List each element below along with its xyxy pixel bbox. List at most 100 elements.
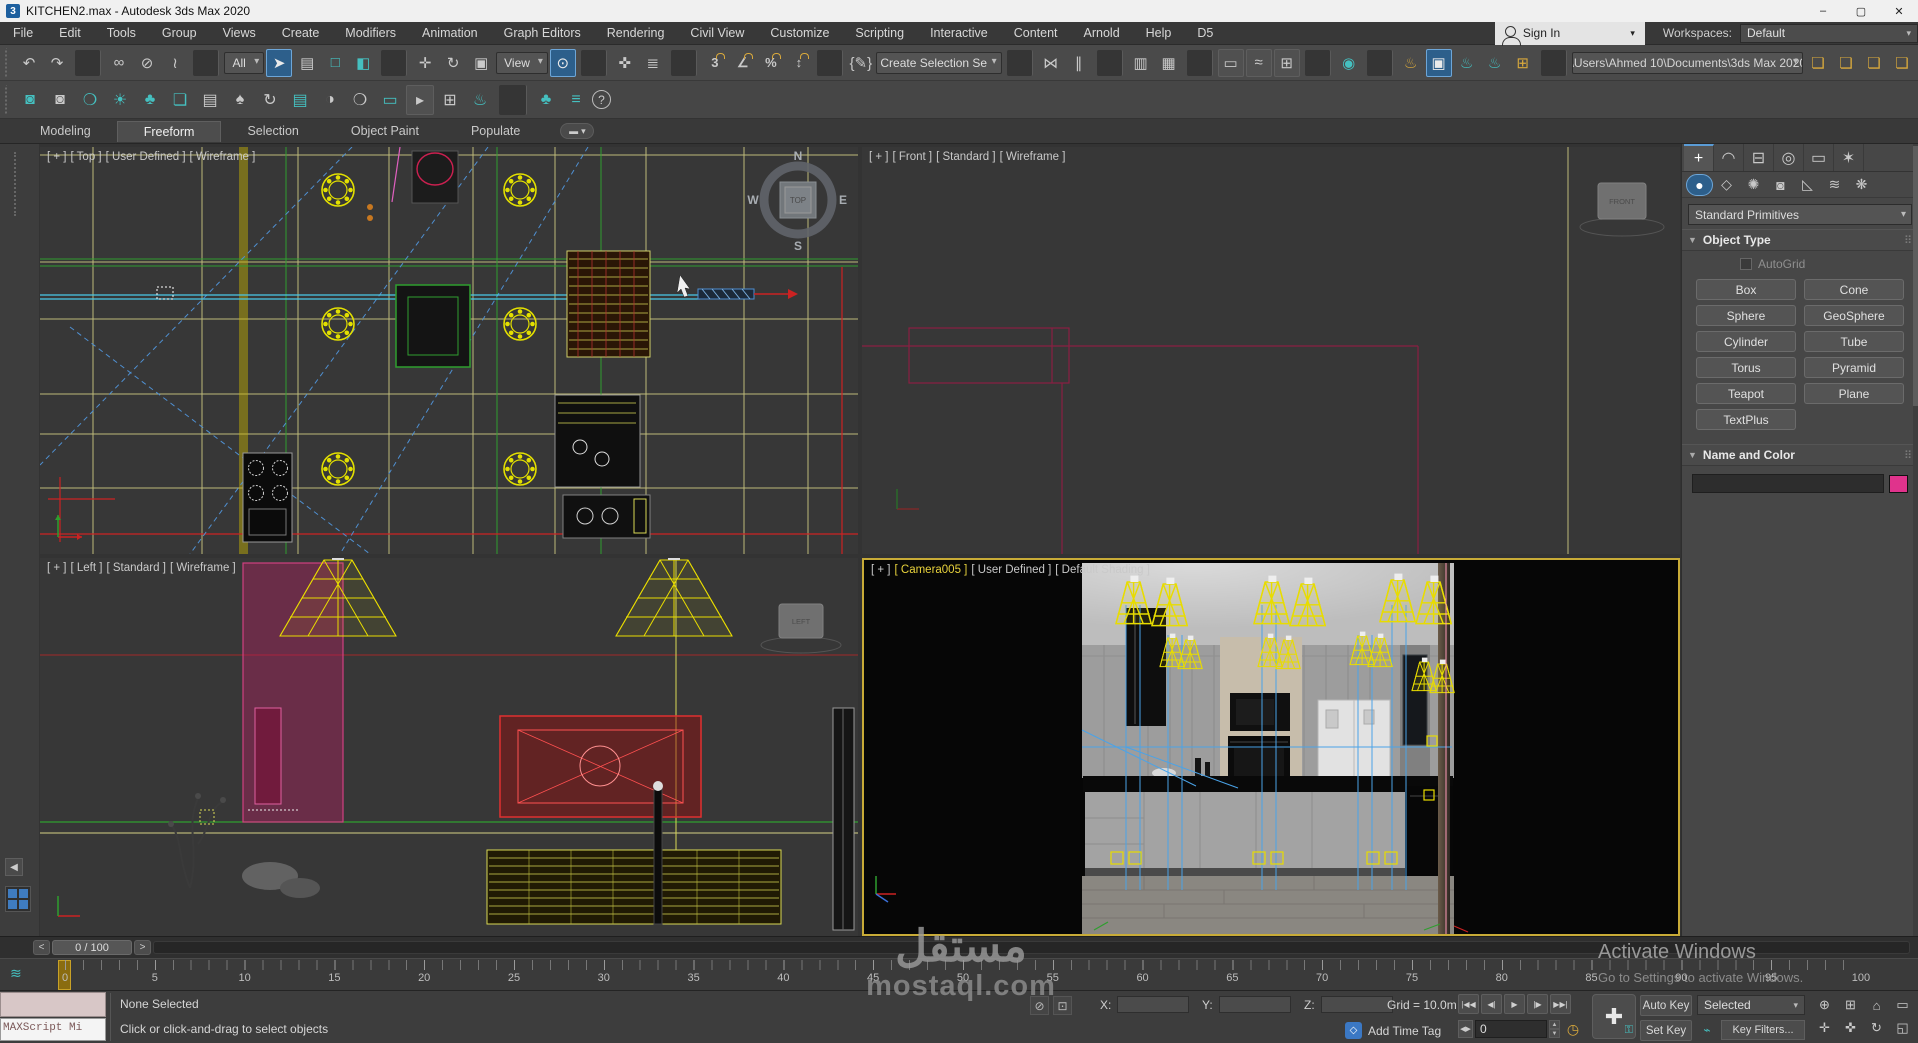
- time-configuration-icon[interactable]: ◷: [1562, 1019, 1584, 1039]
- menu-item[interactable]: Interactive: [917, 22, 1001, 44]
- rectangular-selection-region-icon[interactable]: □: [322, 49, 348, 77]
- object-type-button[interactable]: Tube: [1804, 331, 1904, 352]
- select-by-name-icon[interactable]: ▤: [294, 49, 320, 77]
- light-lister-icon[interactable]: ❍: [346, 85, 374, 115]
- menu-item[interactable]: File: [0, 22, 46, 44]
- object-type-button[interactable]: Pyramid: [1804, 357, 1904, 378]
- category-space-warps-icon[interactable]: ≋: [1821, 174, 1848, 196]
- toggle-ribbon-icon[interactable]: ▭: [1218, 49, 1244, 77]
- previous-frame-slider-button[interactable]: <: [33, 940, 50, 955]
- ribbon-tab[interactable]: Freeform: [117, 121, 222, 142]
- teapot-render-icon[interactable]: ♨: [466, 85, 494, 115]
- use-pivot-point-center-icon[interactable]: ⊙: [550, 49, 576, 77]
- select-object-icon[interactable]: ➤: [266, 49, 292, 77]
- menu-item[interactable]: Customize: [757, 22, 842, 44]
- field-of-view-button[interactable]: ▭: [1890, 994, 1915, 1016]
- separator[interactable]: [1007, 50, 1033, 76]
- previous-frame-button[interactable]: ◀|: [1481, 994, 1502, 1014]
- category-geometry-icon[interactable]: ●: [1686, 174, 1713, 196]
- category-shapes-icon[interactable]: ◇: [1713, 174, 1740, 196]
- menu-item[interactable]: Group: [149, 22, 210, 44]
- set-keys-button[interactable]: ✚: [1592, 994, 1636, 1039]
- key-mode-dropdown[interactable]: Selected: [1697, 995, 1805, 1015]
- render-iterative-icon[interactable]: ♨: [1482, 49, 1508, 77]
- primitive-category-dropdown[interactable]: Standard Primitives: [1688, 204, 1912, 225]
- dock-handle[interactable]: [14, 152, 18, 216]
- ribbon-tab[interactable]: Modeling: [14, 121, 117, 142]
- viewport-pov-label[interactable]: [ Top ]: [71, 151, 102, 163]
- tab-motion[interactable]: ◎: [1774, 144, 1804, 171]
- object-type-button[interactable]: Torus: [1696, 357, 1796, 378]
- viewport-camera[interactable]: [ + ] [ Camera005 ] [ User Defined ] [ D…: [862, 558, 1680, 936]
- daylight-system-icon[interactable]: ☀: [106, 85, 134, 115]
- menu-item[interactable]: Animation: [409, 22, 491, 44]
- asset-tracking-icon[interactable]: ❏: [1805, 49, 1831, 77]
- menu-item[interactable]: Scripting: [842, 22, 917, 44]
- category-systems-icon[interactable]: ❋: [1848, 174, 1875, 196]
- viewport-shading-label[interactable]: [ Wireframe ]: [1000, 151, 1066, 163]
- collapse-panel-button[interactable]: ◀: [5, 858, 23, 876]
- menu-item[interactable]: Modifiers: [332, 22, 409, 44]
- photometric-light-icon[interactable]: ❍: [76, 85, 104, 115]
- ribbon-collapse-button[interactable]: ▬ ▾: [560, 123, 594, 139]
- rollout-object-type[interactable]: ▼ Object Type ⠿: [1682, 229, 1918, 251]
- z-coordinate-field[interactable]: [1321, 996, 1393, 1013]
- merge-scene-icon[interactable]: ❏: [166, 85, 194, 115]
- unlink-selection-icon[interactable]: ⊘: [134, 49, 160, 77]
- playblast-icon[interactable]: ▸: [406, 85, 434, 115]
- separator[interactable]: [581, 50, 607, 76]
- separator[interactable]: [1305, 50, 1331, 76]
- material-palette-icon[interactable]: ◑: [316, 85, 344, 115]
- percent-snap-icon[interactable]: %: [758, 49, 784, 77]
- viewport-user-label[interactable]: [ Standard ]: [106, 562, 165, 574]
- track-bar[interactable]: ≋ 05101520253035404550556065707580859095…: [0, 958, 1918, 991]
- separator[interactable]: [75, 50, 101, 76]
- menu-item[interactable]: Tools: [94, 22, 149, 44]
- rendered-frame-window-icon[interactable]: ▣: [1426, 49, 1452, 77]
- add-time-tag[interactable]: ◇ Add Time Tag: [1345, 1022, 1441, 1039]
- separator[interactable]: [1367, 50, 1393, 76]
- go-to-end-button[interactable]: ▶▶|: [1550, 994, 1571, 1014]
- help-icon[interactable]: ?: [592, 90, 611, 109]
- menu-item[interactable]: Help: [1133, 22, 1185, 44]
- time-slider-track[interactable]: [153, 941, 1910, 954]
- snaps-toggle-icon[interactable]: 3: [702, 49, 728, 77]
- category-helpers-icon[interactable]: ◺: [1794, 174, 1821, 196]
- key-steps-icon[interactable]: ⌁: [1697, 1020, 1717, 1040]
- menu-item[interactable]: D5: [1184, 22, 1226, 44]
- menu-item[interactable]: Create: [269, 22, 333, 44]
- viewport-user-label[interactable]: [ User Defined ]: [971, 564, 1051, 576]
- maxscript-mini-listener[interactable]: MAXScript Mi: [0, 1018, 106, 1041]
- rollout-name-and-color[interactable]: ▼ Name and Color ⠿: [1682, 444, 1918, 466]
- toolbar-drag-handle[interactable]: [5, 48, 12, 78]
- viewport-user-label[interactable]: [ User Defined ]: [106, 151, 186, 163]
- pan-button[interactable]: ✛: [1812, 1017, 1837, 1039]
- separator[interactable]: [381, 50, 407, 76]
- grass-lines-icon[interactable]: ≡: [562, 85, 590, 115]
- zoom-all-button[interactable]: ⊞: [1838, 994, 1863, 1016]
- layer-stack-icon[interactable]: ▤: [286, 85, 314, 115]
- toggle-scene-explorer-icon[interactable]: ▥: [1128, 49, 1154, 77]
- absolute-mode-icon[interactable]: ⊡: [1053, 996, 1072, 1015]
- add-camera-icon[interactable]: ◙: [46, 85, 74, 115]
- ribbon-tab[interactable]: Object Paint: [325, 121, 445, 142]
- play-button[interactable]: ▶: [1504, 994, 1525, 1014]
- workspace-dropdown[interactable]: Default ▾: [1740, 24, 1918, 43]
- spinner-snap-icon[interactable]: ↕: [786, 49, 812, 77]
- viewport-pov-label[interactable]: [ Front ]: [893, 151, 933, 163]
- ribbon-tab[interactable]: Populate: [445, 121, 546, 142]
- material-editor-icon[interactable]: ◉: [1336, 49, 1362, 77]
- viewport-front[interactable]: FRONT [ + ] [ Front ] [ Standard ] [ Wir…: [862, 147, 1680, 554]
- menu-item[interactable]: Rendering: [594, 22, 678, 44]
- menu-item[interactable]: Views: [210, 22, 269, 44]
- separator[interactable]: [671, 50, 697, 76]
- autogrid-checkbox[interactable]: [1740, 258, 1752, 270]
- time-slider-grip[interactable]: 0 / 100: [52, 940, 132, 955]
- menu-item[interactable]: Edit: [46, 22, 94, 44]
- redo-icon[interactable]: ↷: [44, 49, 70, 77]
- create-camera-icon[interactable]: ◙: [16, 85, 44, 115]
- menu-item[interactable]: Arnold: [1071, 22, 1133, 44]
- align-icon[interactable]: ∥: [1066, 49, 1092, 77]
- selection-lock-icon[interactable]: ⊘: [1030, 996, 1049, 1015]
- separator[interactable]: [1097, 50, 1123, 76]
